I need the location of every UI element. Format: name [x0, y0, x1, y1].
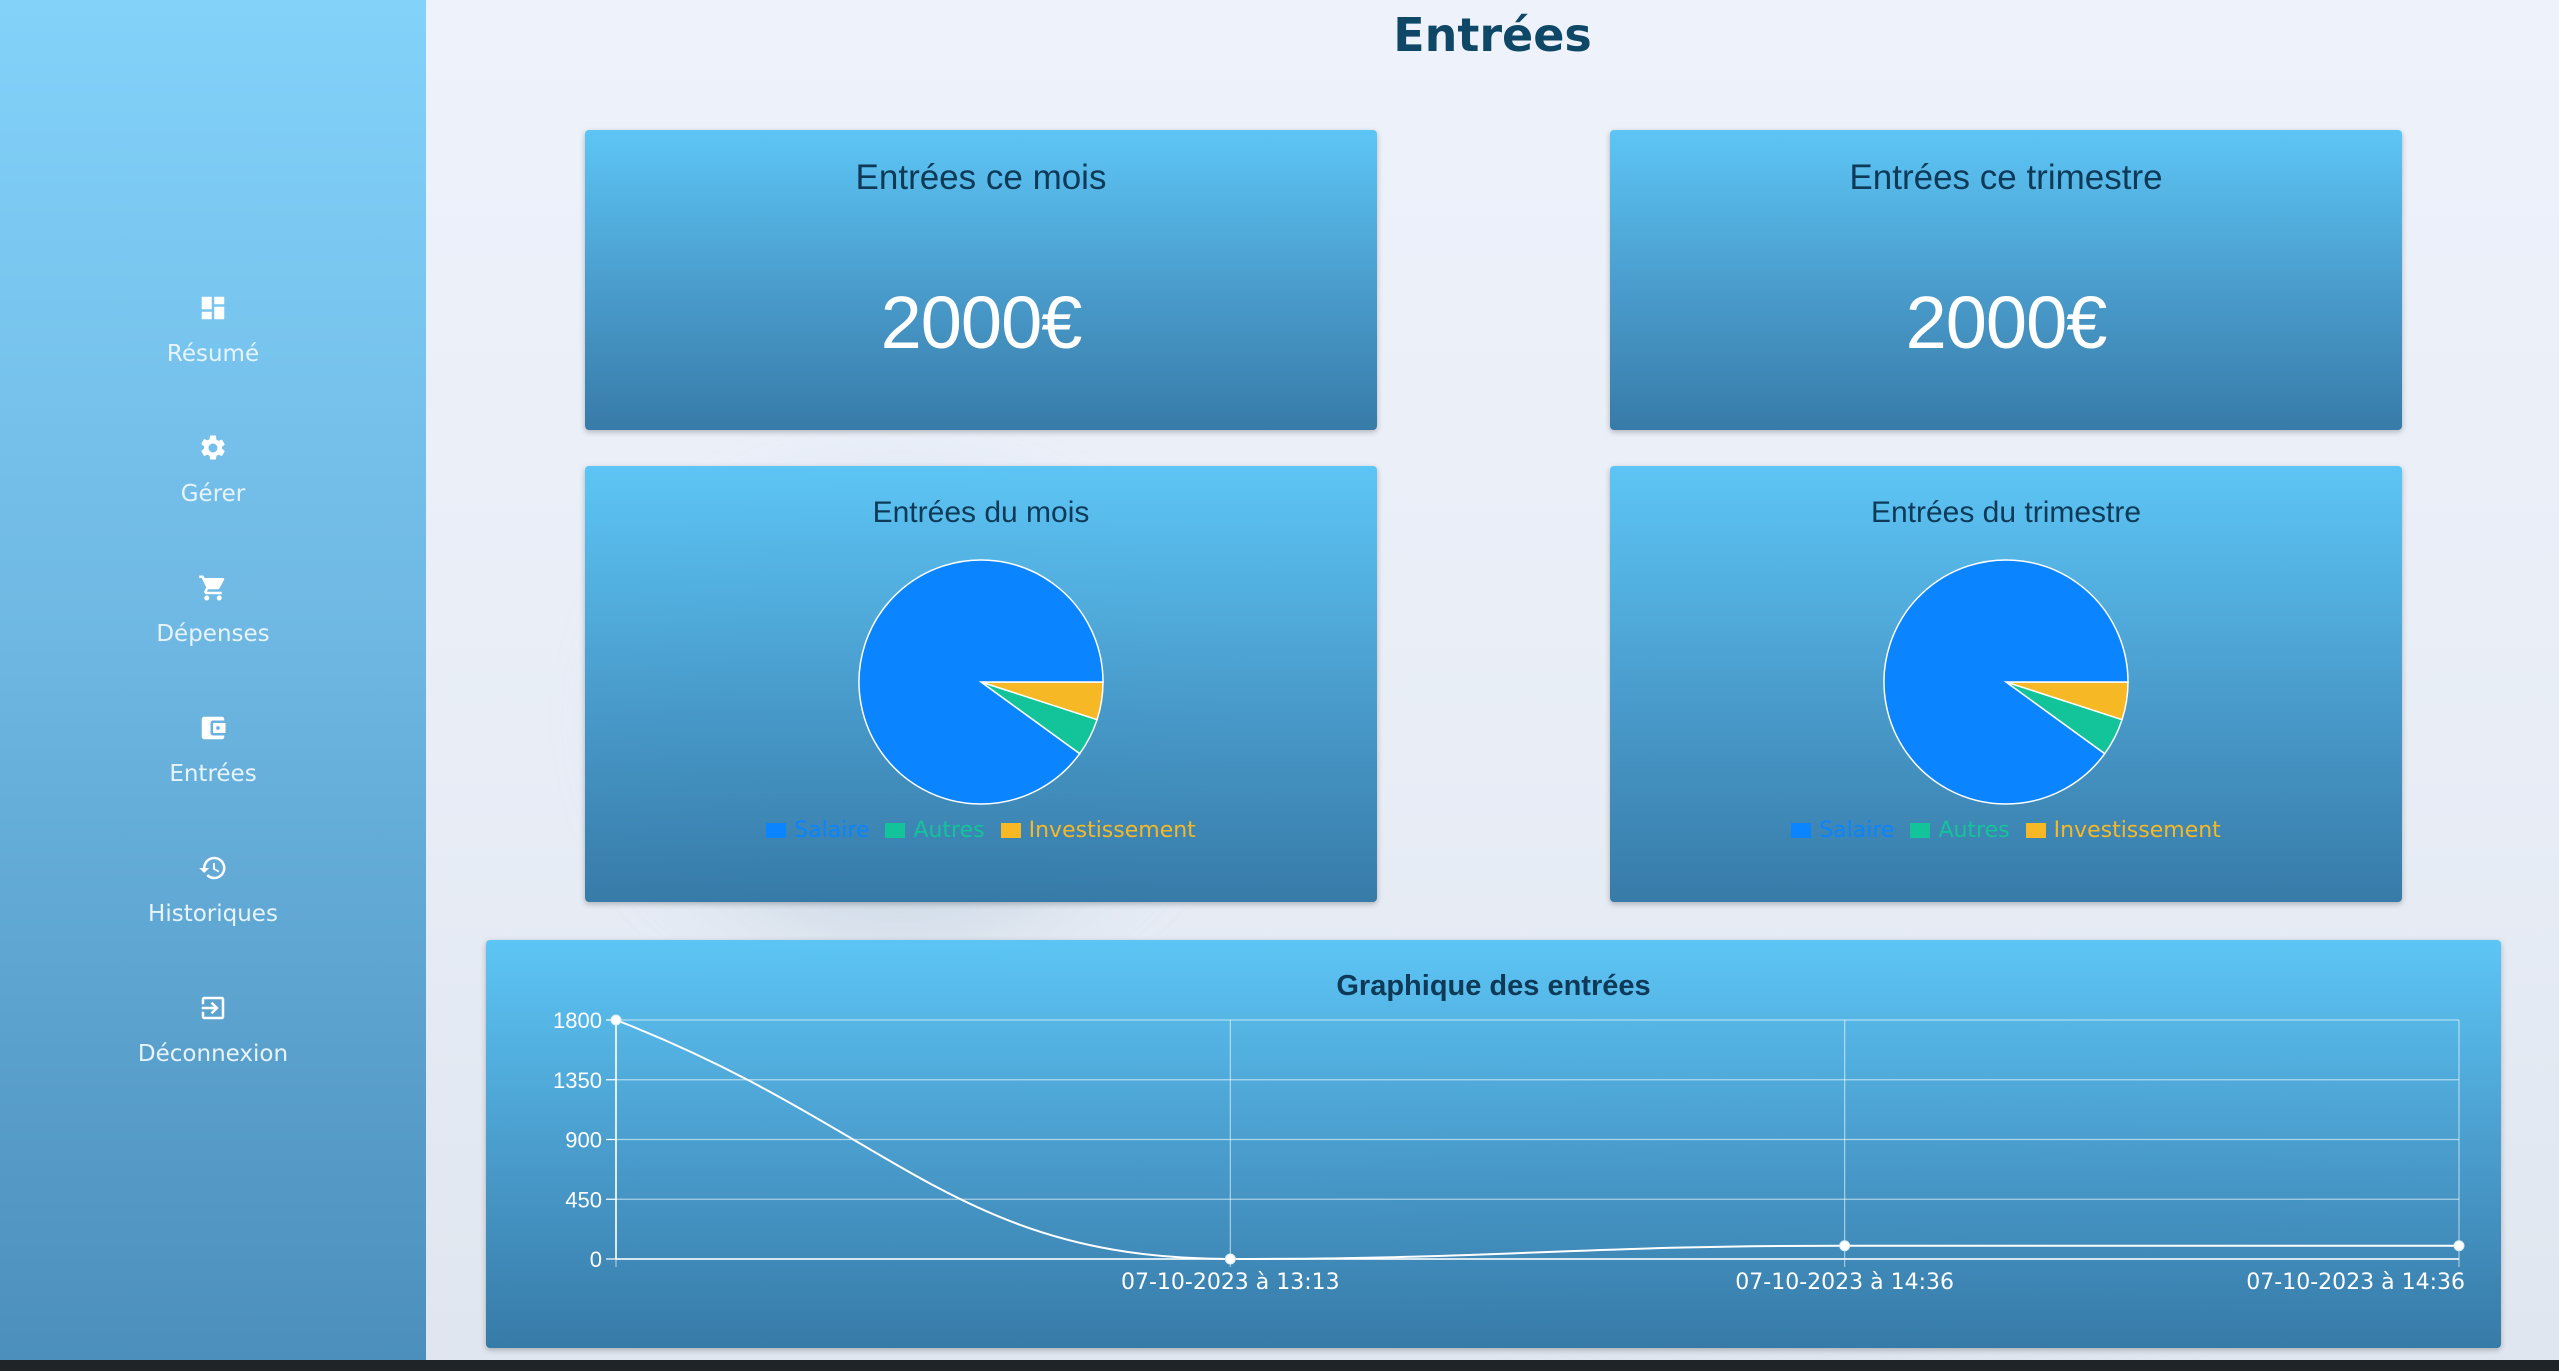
legend-label: Autres — [913, 818, 985, 843]
sidebar: Résumé Gérer Dépenses Entrées Historique… — [0, 0, 426, 1360]
legend-item-autres[interactable]: Autres — [1910, 818, 2010, 843]
stat-card-title: Entrées ce mois — [855, 158, 1107, 197]
legend-label: Investissement — [1028, 818, 1196, 843]
line-chart-card: Graphique des entrées 0 450 900 1350 1800 07-… — [486, 940, 2501, 1348]
history-icon — [196, 851, 230, 885]
data-point[interactable] — [610, 1014, 622, 1026]
pie-chart-title: Entrées du trimestre — [1870, 496, 2142, 529]
pie-legend: Salaire Autres Investissement — [1610, 818, 2402, 843]
stat-card-quarter: Entrées ce trimestre 2000€ — [1610, 130, 2402, 430]
pie-card-month: Entrées du mois Salaire Autres Investiss… — [585, 466, 1377, 902]
legend-item-salaire[interactable]: Salaire — [1791, 818, 1894, 843]
cart-icon — [196, 571, 230, 605]
sidebar-item-historiques[interactable]: Historiques — [0, 845, 426, 985]
pie-chart-title: Entrées du mois — [872, 496, 1090, 529]
legend-item-salaire[interactable]: Salaire — [766, 818, 869, 843]
sidebar-item-entrees[interactable]: Entrées — [0, 705, 426, 845]
legend-label: Autres — [1938, 818, 2010, 843]
legend-swatch — [1000, 823, 1021, 838]
data-point[interactable] — [2453, 1240, 2465, 1252]
pie-chart-month — [858, 559, 1104, 805]
data-point[interactable] — [1839, 1240, 1851, 1252]
pie-chart-quarter — [1883, 559, 2129, 805]
y-tick-label: 0 — [590, 1247, 602, 1272]
y-tick-label: 900 — [565, 1128, 602, 1153]
pie-card-quarter: Entrées du trimestre Salaire Autres Inve… — [1610, 466, 2402, 902]
sidebar-item-label: Résumé — [166, 341, 260, 367]
sidebar-item-depenses[interactable]: Dépenses — [0, 565, 426, 705]
stat-card-value: 2000€ — [880, 281, 1083, 364]
sidebar-item-label: Historiques — [148, 901, 278, 927]
sidebar-item-label: Dépenses — [156, 621, 270, 647]
stat-card-month: Entrées ce mois 2000€ — [585, 130, 1377, 430]
legend-item-autres[interactable]: Autres — [885, 818, 985, 843]
stat-card-title: Entrées ce trimestre — [1849, 158, 2163, 197]
x-tick-label: 07-10-2023 à 14:36 — [2246, 1270, 2465, 1295]
sidebar-item-label: Entrées — [169, 761, 257, 787]
legend-label: Investissement — [2053, 818, 2221, 843]
pie-legend: Salaire Autres Investissement — [585, 818, 1377, 843]
legend-label: Salaire — [794, 818, 870, 843]
wallet-icon — [196, 711, 230, 745]
page-title: Entrées — [1393, 8, 1592, 62]
legend-swatch — [1910, 823, 1931, 838]
sidebar-item-gerer[interactable]: Gérer — [0, 425, 426, 565]
pie-slice-salaire[interactable] — [1883, 559, 2129, 805]
legend-item-investissement[interactable]: Investissement — [2025, 818, 2221, 843]
data-point[interactable] — [1224, 1253, 1236, 1265]
x-tick-label: 07-10-2023 à 13:13 — [1121, 1270, 1340, 1295]
gear-icon — [196, 431, 230, 465]
legend-label: Salaire — [1819, 818, 1895, 843]
legend-swatch — [1791, 823, 1812, 838]
sidebar-item-label: Déconnexion — [137, 1041, 289, 1067]
y-tick-label: 1350 — [553, 1068, 602, 1093]
stat-card-value: 2000€ — [1905, 281, 2108, 364]
x-tick-label: 07-10-2023 à 14:36 — [1735, 1270, 1954, 1295]
logout-icon — [196, 991, 230, 1025]
legend-swatch — [766, 823, 787, 838]
pie-slice-salaire[interactable] — [858, 559, 1104, 805]
sidebar-item-deconnexion[interactable]: Déconnexion — [0, 985, 426, 1125]
dashboard-icon — [196, 291, 230, 325]
line-chart: 0 450 900 1350 1800 07-10-2023 à 13:13 07-10-2… — [553, 1008, 2465, 1295]
legend-swatch — [885, 823, 906, 838]
legend-swatch — [2025, 823, 2046, 838]
sidebar-item-resume[interactable]: Résumé — [0, 285, 426, 425]
sidebar-nav: Résumé Gérer Dépenses Entrées Historique… — [0, 285, 426, 1125]
sidebar-item-label: Gérer — [180, 481, 246, 507]
taskbar — [0, 1360, 2559, 1371]
y-tick-label: 450 — [565, 1187, 602, 1212]
legend-item-investissement[interactable]: Investissement — [1000, 818, 1196, 843]
y-tick-label: 1800 — [553, 1008, 602, 1033]
